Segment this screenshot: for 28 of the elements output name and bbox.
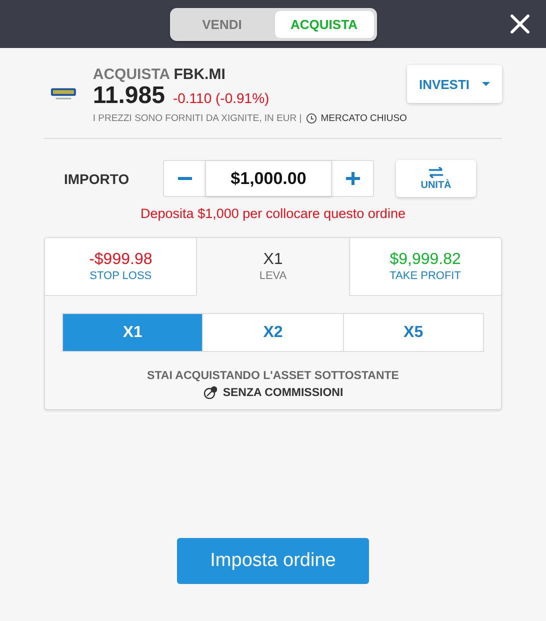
mode-tab[interactable]: ACQUISTA xyxy=(274,10,374,38)
deposit-warning: Deposita $1,000 per collocare questo ordine xyxy=(140,206,406,221)
leverage-option[interactable]: X1 xyxy=(63,314,202,351)
amount-field[interactable]: $1,000.00 xyxy=(163,160,374,197)
commission-label: SENZA COMMISSIONI xyxy=(222,386,344,398)
plus-icon[interactable] xyxy=(346,172,360,185)
invest-button[interactable]: INVESTI xyxy=(406,65,502,103)
amount-label: IMPORTO xyxy=(63,170,130,186)
logo-icon xyxy=(50,86,77,100)
percent-icon xyxy=(202,386,217,399)
leverage-option[interactable]: X5 xyxy=(342,314,483,351)
unit-button[interactable]: UNITÀ xyxy=(396,160,476,197)
summary-tab[interactable]: $9,999.82 TAKE PROFIT xyxy=(348,238,501,296)
submit-button[interactable]: Imposta ordine xyxy=(177,538,369,584)
instrument-title: ACQUISTA FBK.MI xyxy=(92,66,226,83)
summary-tab[interactable]: -$999.98 STOP LOSS xyxy=(45,238,196,296)
close-icon[interactable] xyxy=(510,14,530,34)
asset-notice: STAI ACQUISTANDO L'ASSET SOTTOSTANTE xyxy=(146,370,400,382)
price-change: -0.110 (-0.91%) xyxy=(172,90,270,106)
mode-tab[interactable]: VENDI xyxy=(172,10,272,38)
caret-icon xyxy=(482,82,490,86)
leverage-option[interactable]: X2 xyxy=(202,314,343,351)
swap-icon xyxy=(428,166,444,178)
market-status: MERCATO CHIUSO xyxy=(320,113,407,124)
price: 11.985 xyxy=(92,82,165,110)
summary-tab[interactable]: X1 LEVA xyxy=(196,238,349,296)
source-note: I PREZZI SONO FORNITI DA XIGNITE, IN EUR | xyxy=(92,113,302,124)
clock-icon xyxy=(306,113,317,124)
